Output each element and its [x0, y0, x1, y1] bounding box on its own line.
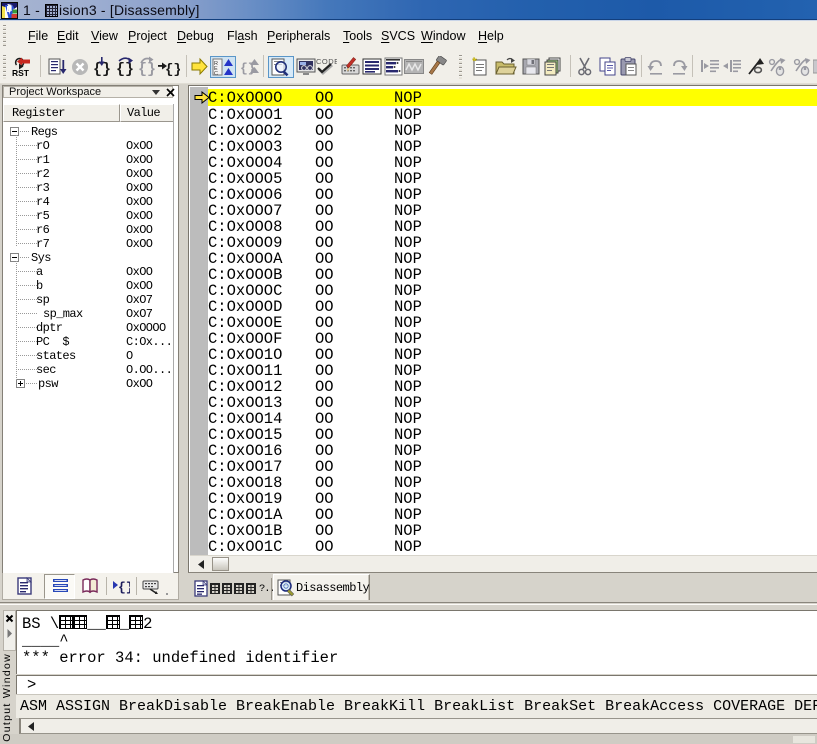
svg-text:C: C — [214, 71, 218, 77]
svg-text:RST: RST — [12, 68, 30, 78]
svg-text:{}: {} — [118, 580, 130, 595]
svg-text:{}: {} — [116, 61, 134, 78]
svg-text:CODE: CODE — [316, 57, 337, 66]
svg-text:{}: {} — [138, 61, 156, 78]
svg-text:{}: {} — [165, 62, 180, 78]
